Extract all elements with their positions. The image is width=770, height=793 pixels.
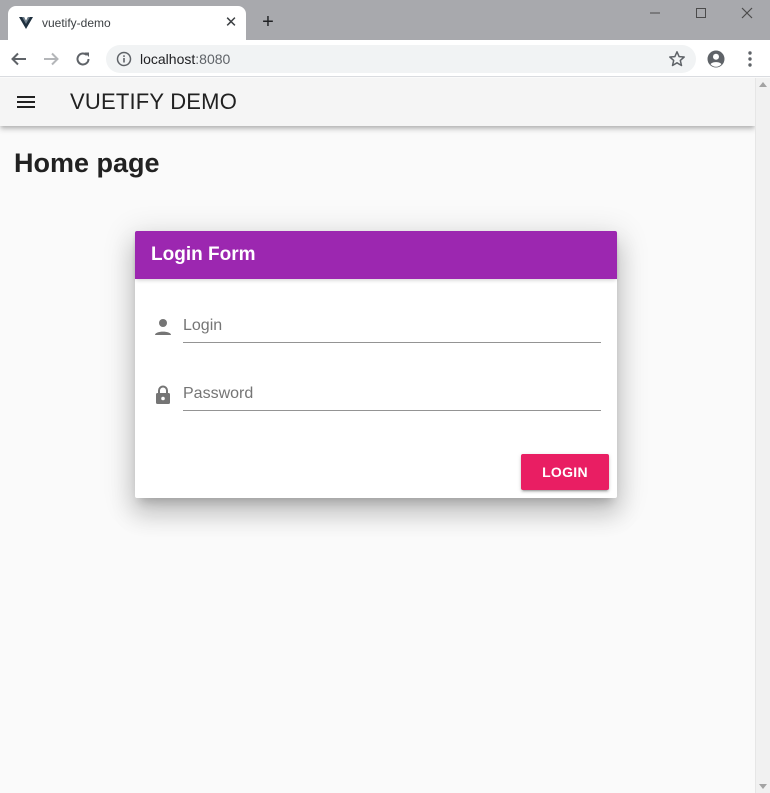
hamburger-menu-icon[interactable] [14,90,38,114]
login-card-title: Login Form [151,244,256,265]
login-card: Login Form LOGIN [135,231,617,498]
minimize-icon[interactable] [632,2,678,24]
menu-dots-icon[interactable] [740,49,760,69]
forward-arrow-icon[interactable] [40,48,62,70]
browser-tab[interactable]: vuetify-demo ✕ [8,6,246,40]
password-field [151,373,601,413]
page-title: Home page [14,148,160,178]
tab-title: vuetify-demo [42,16,111,30]
reload-icon[interactable] [72,48,94,70]
app-bar: VUETIFY DEMO [0,78,755,126]
close-icon[interactable] [724,2,770,24]
login-input[interactable] [183,305,601,343]
url-text: localhost:8080 [140,51,230,67]
login-field [151,305,601,345]
scroll-up-arrow-icon[interactable] [759,82,767,87]
address-bar[interactable]: localhost:8080 [106,45,696,73]
profile-icon[interactable] [706,49,726,69]
page-scrollbar[interactable] [755,78,770,793]
vuetify-logo-icon [19,17,33,29]
login-button[interactable]: LOGIN [521,454,609,490]
info-icon[interactable] [116,51,132,67]
back-arrow-icon[interactable] [8,48,30,70]
url-host: localhost [140,51,196,67]
star-icon[interactable] [668,50,686,68]
page-viewport: VUETIFY DEMO Home page Login Form LOGIN [0,78,755,793]
browser-toolbar: localhost:8080 [0,40,770,77]
lock-icon [156,385,170,404]
tab-close-icon[interactable]: ✕ [222,14,240,32]
password-input[interactable] [183,373,601,411]
maximize-icon[interactable] [678,2,724,24]
person-icon [155,319,171,335]
new-tab-button[interactable]: + [258,12,278,32]
scroll-down-arrow-icon[interactable] [759,784,767,789]
app-title: VUETIFY DEMO [70,89,238,114]
login-card-header: Login Form [135,231,617,279]
browser-tab-strip: vuetify-demo ✕ + [0,0,770,40]
url-port: :8080 [195,51,231,67]
